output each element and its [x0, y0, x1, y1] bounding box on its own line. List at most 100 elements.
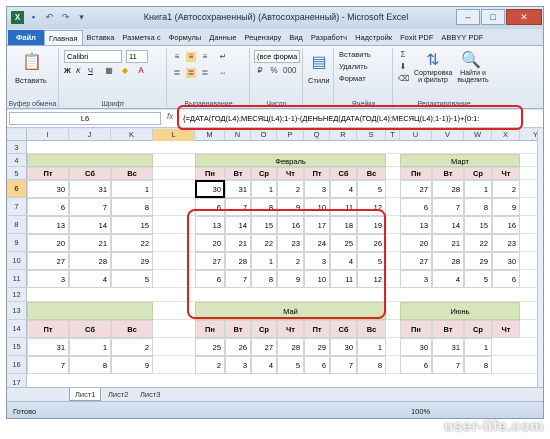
day-header-cell[interactable]: Пн — [195, 167, 225, 180]
find-icon[interactable]: 🔍 — [456, 50, 486, 70]
date-cell[interactable]: 8 — [69, 356, 111, 374]
day-header-cell[interactable]: Сб — [330, 320, 357, 338]
styles-button[interactable]: Стили — [308, 76, 330, 85]
date-cell[interactable]: 8 — [464, 356, 492, 374]
date-cell[interactable]: 8 — [111, 198, 153, 216]
row-header[interactable]: 17 — [7, 374, 27, 387]
date-cell[interactable]: 26 — [225, 338, 251, 356]
date-cell[interactable]: 7 — [432, 198, 464, 216]
fill-icon[interactable]: ⬇ — [398, 62, 408, 72]
tab-home[interactable]: Главная — [43, 30, 83, 45]
column-header[interactable]: U — [400, 129, 432, 141]
day-header-cell[interactable]: Вс — [111, 320, 153, 338]
day-header-cell[interactable]: Вс — [357, 167, 386, 180]
insert-cells-button[interactable]: Вставить — [339, 50, 371, 59]
date-cell[interactable]: 21 — [432, 234, 464, 252]
name-box[interactable]: L6 — [9, 112, 161, 125]
tab-abbyy[interactable]: ABBYY PDF — [437, 30, 487, 45]
format-cells-button[interactable]: Формат — [339, 74, 366, 83]
day-header-cell[interactable]: Чт — [277, 320, 304, 338]
clear-icon[interactable]: ⌫ — [398, 74, 409, 84]
date-cell[interactable]: 7 — [432, 356, 464, 374]
align-left-icon[interactable]: ≣ — [172, 68, 182, 78]
month-header[interactable]: Февраль — [195, 154, 386, 167]
date-cell[interactable]: 29 — [304, 338, 330, 356]
date-cell[interactable]: 14 — [432, 216, 464, 234]
align-top-icon[interactable]: ≡ — [172, 52, 182, 62]
month-header[interactable]: Июнь — [400, 302, 520, 320]
row-header[interactable]: 13 — [7, 302, 27, 320]
date-cell[interactable]: 6 — [304, 356, 330, 374]
merge-icon[interactable]: ⇔ — [218, 68, 228, 78]
column-header[interactable]: J — [69, 129, 111, 141]
date-cell[interactable]: 31 — [69, 180, 111, 198]
date-cell[interactable]: 5 — [357, 180, 386, 198]
zoom-level[interactable]: 100% — [411, 407, 430, 416]
day-header-cell[interactable]: Ср — [251, 320, 277, 338]
paste-icon[interactable]: 📋 — [21, 52, 43, 72]
column-header[interactable]: M — [195, 129, 225, 141]
tab-foxit[interactable]: Foxit PDF — [396, 30, 437, 45]
date-cell[interactable]: 30 — [400, 338, 432, 356]
date-cell[interactable]: 15 — [464, 216, 492, 234]
date-cell[interactable]: 22 — [464, 234, 492, 252]
date-cell[interactable]: 25 — [195, 338, 225, 356]
tab-page-layout[interactable]: Разметка с — [118, 30, 164, 45]
column-header[interactable]: O — [251, 129, 277, 141]
column-header[interactable]: K — [111, 129, 153, 141]
delete-cells-button[interactable]: Удалить — [339, 62, 368, 71]
month-header[interactable] — [27, 154, 153, 167]
row-header[interactable]: 7 — [7, 198, 27, 216]
column-header[interactable]: X — [492, 129, 520, 141]
tab-insert[interactable]: Вставка — [83, 30, 119, 45]
fill-color-icon[interactable]: ◆ — [120, 66, 130, 76]
tab-developer[interactable]: Разработч — [307, 30, 351, 45]
date-cell[interactable]: 1 — [111, 180, 153, 198]
date-cell[interactable]: 29 — [464, 252, 492, 270]
date-cell[interactable]: 1 — [69, 338, 111, 356]
date-cell[interactable]: 31 — [27, 338, 69, 356]
row-header[interactable]: 9 — [7, 234, 27, 252]
borders-icon[interactable]: ▦ — [104, 66, 114, 76]
date-cell[interactable]: 27 — [400, 252, 432, 270]
vertical-scrollbar[interactable] — [537, 129, 543, 387]
month-header[interactable]: Март — [400, 154, 520, 167]
day-header-cell[interactable]: Пт — [304, 167, 330, 180]
tab-file[interactable]: Файл — [8, 30, 44, 45]
date-cell[interactable]: 6 — [27, 198, 69, 216]
date-cell[interactable]: 30 — [330, 338, 357, 356]
row-header[interactable]: 14 — [7, 320, 27, 338]
paste-button[interactable]: Вставить — [15, 76, 47, 85]
date-cell[interactable]: 30 — [27, 180, 69, 198]
date-cell[interactable]: 1 — [357, 338, 386, 356]
date-cell[interactable]: 5 — [111, 270, 153, 288]
date-cell[interactable]: 3 — [225, 356, 251, 374]
date-cell[interactable]: 31 — [432, 338, 464, 356]
minimize-button[interactable]: – — [456, 9, 480, 25]
underline-button[interactable]: Ч — [88, 66, 93, 75]
font-name-select[interactable]: Calibri — [64, 50, 122, 63]
autosum-icon[interactable]: Σ — [398, 50, 408, 60]
month-header[interactable] — [27, 302, 153, 320]
day-header-cell[interactable]: Сб — [330, 167, 357, 180]
date-cell[interactable]: 9 — [492, 198, 520, 216]
date-cell[interactable]: 6 — [400, 356, 432, 374]
date-cell[interactable]: 7 — [330, 356, 357, 374]
date-cell[interactable]: 2 — [111, 338, 153, 356]
percent-icon[interactable]: % — [269, 66, 279, 76]
day-header-cell[interactable]: Ср — [464, 320, 492, 338]
date-cell[interactable]: 16 — [492, 216, 520, 234]
column-header[interactable]: V — [432, 129, 464, 141]
date-cell[interactable]: 5 — [277, 356, 304, 374]
styles-icon[interactable]: ▤ — [308, 52, 330, 72]
currency-icon[interactable]: ₽ — [255, 66, 265, 76]
date-cell[interactable]: 4 — [432, 270, 464, 288]
date-cell[interactable]: 15 — [111, 216, 153, 234]
date-cell[interactable]: 27 — [251, 338, 277, 356]
date-cell[interactable]: 13 — [400, 216, 432, 234]
tab-data[interactable]: Данные — [205, 30, 240, 45]
date-cell[interactable]: 22 — [111, 234, 153, 252]
date-cell[interactable]: 29 — [111, 252, 153, 270]
number-format-select[interactable]: (все форма — [254, 50, 300, 63]
sheet-tab-1[interactable]: Лист1 — [69, 388, 102, 401]
